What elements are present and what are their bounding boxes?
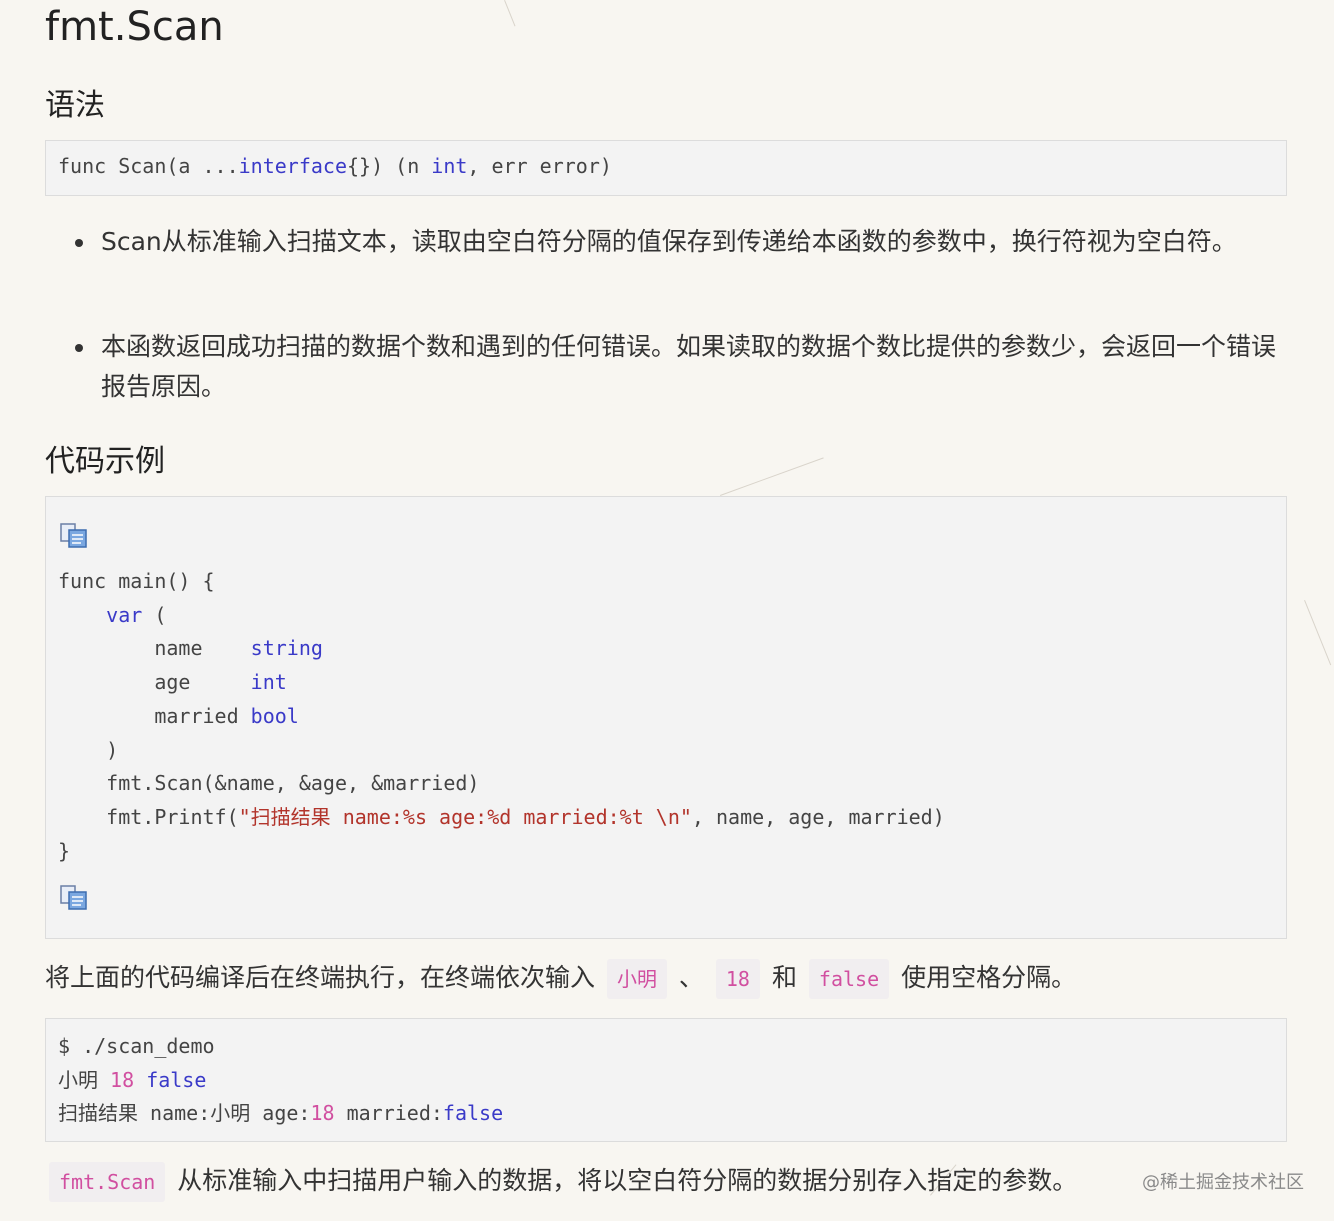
code-type-string: string (250, 636, 323, 661)
inline-code-fmt-scan: fmt.Scan (49, 1162, 166, 1202)
bullet-icon (75, 344, 83, 352)
code-field-name: name (154, 636, 251, 661)
list-item: 本函数返回成功扫描的数据个数和遇到的任何错误。如果读取的数据个数比提供的参数少，… (45, 327, 1291, 407)
list-item-text: 本函数返回成功扫描的数据个数和遇到的任何错误。如果读取的数据个数比提供的参数少，… (101, 332, 1277, 401)
terminal-output-block: $ ./scan_demo 小明 18 false 扫描结果 name:小明 a… (45, 1018, 1287, 1142)
code-type-int: int (250, 670, 287, 695)
signature-prefix: func Scan(a ... (58, 154, 239, 178)
example-code-block: func main() { var ( name string age int … (45, 496, 1287, 939)
list-item: Scan从标准输入扫描文本，读取由空白符分隔的值保存到传递给本函数的参数中，换行… (45, 222, 1291, 262)
code-keyword-var: var (106, 602, 143, 627)
code-line: , name, age, married) (691, 804, 945, 829)
copy-code-icon[interactable] (60, 885, 88, 911)
inline-code-name: 小明 (606, 959, 667, 999)
run-note-text: 将上面的代码编译后在终端执行，在终端依次输入 (45, 963, 596, 992)
run-note: 将上面的代码编译后在终端执行，在终端依次输入 小明 、 18 和 false 使… (45, 958, 1076, 999)
terminal-input: 小明 (58, 1067, 111, 1092)
run-note-text-end: 使用空格分隔。 (901, 963, 1077, 992)
list-item-text: Scan从标准输入扫描文本，读取由空白符分隔的值保存到传递给本函数的参数中，换行… (101, 227, 1237, 256)
terminal-output-flag: false (442, 1101, 504, 1126)
copy-code-icon[interactable] (60, 523, 88, 549)
terminal-input-age: 18 (110, 1067, 135, 1092)
syntax-code-block: func Scan(a ...interface{}) (n int, err … (45, 140, 1287, 196)
signature-mid: {}) (n (347, 154, 432, 178)
inline-code-flag: false (808, 959, 890, 999)
code-line: fmt.Scan(&name, &age, &married) (106, 771, 480, 796)
run-note-and: 和 (771, 963, 797, 992)
signature-suffix: , err error) (467, 154, 612, 178)
code-field-married: married (154, 703, 251, 728)
code-line: } (58, 838, 71, 863)
syntax-heading: 语法 (45, 88, 105, 123)
signature-keyword-int: int (431, 154, 468, 178)
code-format-string: "扫描结果 name:%s age:%d married:%t \n" (238, 804, 692, 829)
summary-text: 从标准输入中扫描用户输入的数据，将以空白符分隔的数据分别存入指定的参数。 (177, 1166, 1078, 1195)
inline-code-age: 18 (715, 959, 760, 999)
code-line: func main() { (58, 569, 215, 593)
terminal-output-age: 18 (310, 1101, 335, 1126)
terminal-input-flag: false (146, 1067, 207, 1092)
terminal-command: $ ./scan_demo (58, 1034, 215, 1058)
example-heading: 代码示例 (45, 444, 165, 479)
code-field-age: age (154, 670, 251, 695)
code-line: ) (106, 737, 119, 762)
terminal-output-mid: married: (334, 1101, 443, 1126)
code-line: ( (142, 602, 167, 627)
signature-keyword-interface: interface (238, 154, 347, 178)
code-line: fmt.Printf( (106, 804, 239, 829)
watermark: @稀土掘金技术社区 (1142, 1172, 1304, 1193)
terminal-output: 扫描结果 name:小明 age: (58, 1101, 311, 1126)
summary: fmt.Scan 从标准输入中扫描用户输入的数据，将以空白符分隔的数据分别存入指… (45, 1161, 1077, 1202)
run-note-separator: 、 (678, 963, 704, 992)
code-type-bool: bool (250, 703, 299, 728)
page-title: fmt.Scan (45, 4, 224, 50)
bullet-icon (75, 239, 83, 247)
